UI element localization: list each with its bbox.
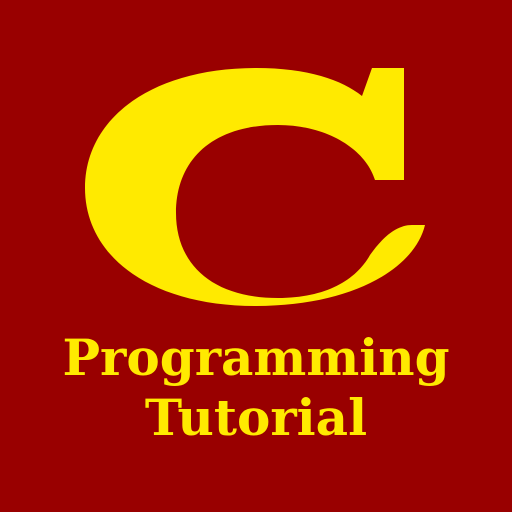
title-line-programming: Programming (62, 328, 450, 387)
logo-canvas: Programming Tutorial (0, 0, 512, 512)
title-line-tutorial: Tutorial (144, 388, 368, 447)
c-letter-shape (85, 68, 425, 306)
